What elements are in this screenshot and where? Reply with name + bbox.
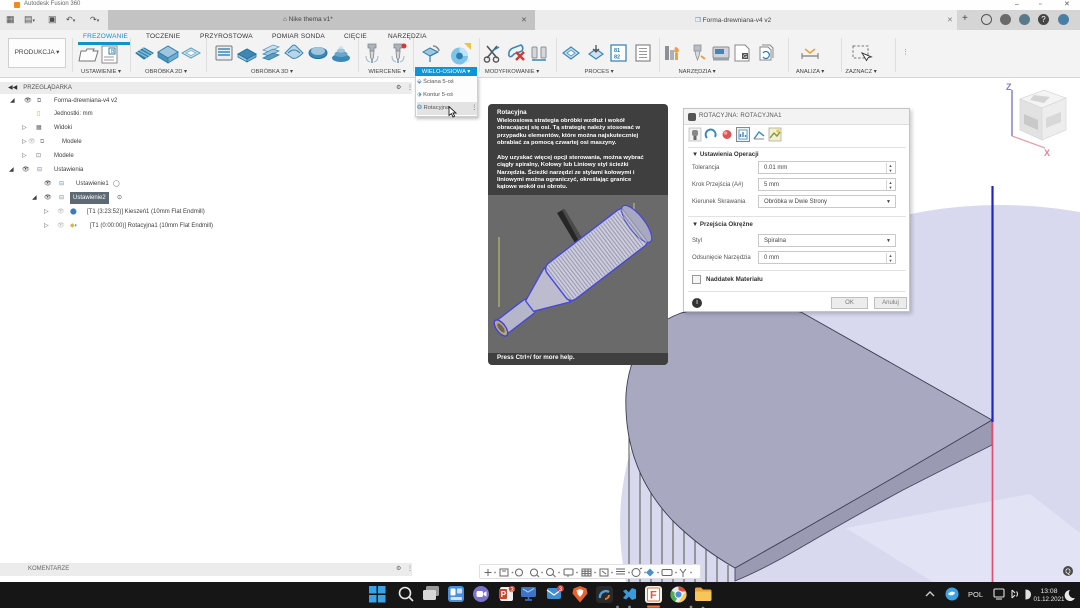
svg-text:F: F	[650, 590, 657, 602]
svg-text:81: 81	[614, 48, 620, 54]
svg-text:POL: POL	[968, 590, 983, 599]
svg-text:01.12.2021: 01.12.2021	[1034, 596, 1066, 603]
svg-text:P: P	[501, 590, 507, 599]
svg-text:13:08: 13:08	[1040, 588, 1057, 595]
svg-text:82: 82	[614, 55, 620, 61]
svg-text:G: G	[743, 54, 747, 60]
svg-text:Z: Z	[1006, 82, 1012, 92]
svg-text:X: X	[1044, 148, 1050, 158]
svg-text:Q: Q	[1065, 569, 1071, 576]
